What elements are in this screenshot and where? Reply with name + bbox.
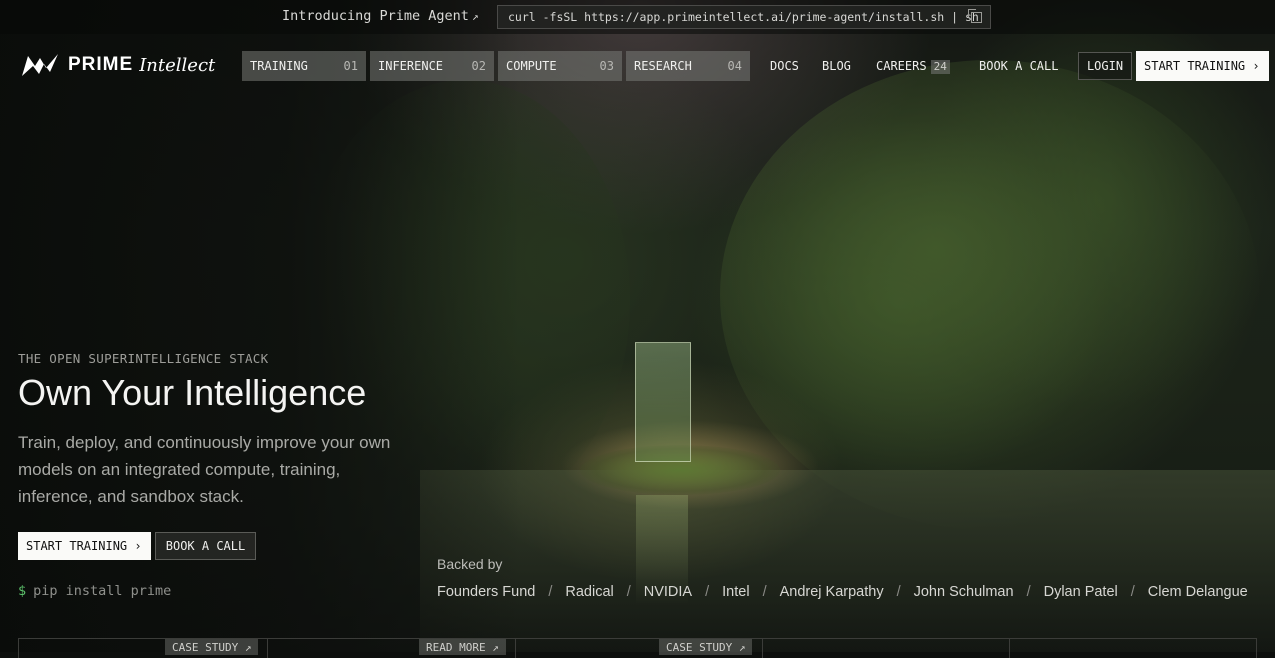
nav-training[interactable]: TRAINING 01 [242, 51, 366, 81]
card-tag-case-study[interactable]: CASE STUDY ↗ [659, 639, 753, 655]
nav-training-num: 01 [343, 59, 358, 73]
backer-name: Founders Fund [437, 584, 536, 600]
nav-docs[interactable]: DOCS [770, 51, 799, 81]
separator: / [1026, 584, 1031, 600]
external-arrow-icon: ↗ [471, 10, 479, 23]
nav-start-training-button[interactable]: START TRAINING › [1136, 51, 1269, 81]
terminal-prompt-icon: $ [18, 583, 27, 599]
card-divider [1009, 638, 1010, 658]
nav-inference-num: 02 [471, 59, 486, 73]
nav-inference-label: INFERENCE [378, 59, 444, 73]
intro-prime-agent-link[interactable]: Introducing Prime Agent ↗ [282, 8, 479, 24]
copy-icon[interactable] [968, 9, 982, 23]
nav-research[interactable]: RESEARCH 04 [626, 51, 750, 81]
nav-blog[interactable]: BLOG [822, 51, 851, 81]
chevron-right-icon: › [1252, 59, 1260, 73]
backer-name: John Schulman [913, 584, 1014, 600]
pip-install-command[interactable]: $ pip install prime [18, 583, 171, 599]
separator: / [705, 584, 710, 600]
backer-name: NVIDIA [643, 584, 693, 600]
separator: / [626, 584, 631, 600]
install-command: curl -fsSL https://app.primeintellect.ai… [508, 10, 979, 24]
card-tag-read-more[interactable]: READ MORE ↗ [419, 639, 506, 655]
card-divider [267, 638, 268, 658]
pip-command-text: pip install prime [33, 583, 172, 599]
login-button[interactable]: LOGIN [1078, 52, 1132, 80]
nav-research-num: 04 [727, 59, 742, 73]
backer-name: Clem Delangue [1147, 584, 1248, 600]
chevron-right-icon: › [134, 539, 142, 553]
brand-name-italic: Intellect [139, 54, 216, 76]
hero-start-training-button[interactable]: START TRAINING › [18, 532, 151, 560]
card-divider [515, 638, 516, 658]
brand-name-bold: PRIME [68, 54, 134, 75]
hero-subtitle: Train, deploy, and continuously improve … [18, 433, 391, 506]
nav-careers[interactable]: CAREERS 24 [876, 51, 950, 81]
prime-logo-icon [22, 54, 58, 76]
brand-logo[interactable]: PRIME Intellect [20, 52, 215, 78]
card-tag-case-study[interactable]: CASE STUDY ↗ [165, 639, 259, 655]
nav-compute[interactable]: COMPUTE 03 [498, 51, 622, 81]
backed-by-label: Backed by [437, 556, 503, 572]
nav-start-training-label: START TRAINING [1144, 59, 1246, 73]
backers-list: Founders Fund / Radical / NVIDIA / Intel / Andre… [437, 584, 1248, 600]
separator: / [548, 584, 553, 600]
nav-research-label: RESEARCH [634, 59, 692, 73]
nav-training-label: TRAINING [250, 59, 308, 73]
nav-careers-label: CAREERS [876, 59, 927, 73]
separator: / [762, 584, 767, 600]
separator: / [896, 584, 901, 600]
hero-book-call-button[interactable]: BOOK A CALL [155, 532, 256, 560]
backer-name: Intel [722, 584, 750, 600]
card-divider [762, 638, 763, 658]
backer-name: Dylan Patel [1043, 584, 1118, 600]
announcement-bar: Introducing Prime Agent ↗ curl -fsSL http… [0, 0, 1275, 34]
careers-count-badge: 24 [930, 60, 950, 74]
hero-eyebrow: THE OPEN SUPERINTELLIGENCE STACK [18, 351, 269, 366]
backer-name: Andrej Karpathy [779, 584, 884, 600]
separator: / [1130, 584, 1135, 600]
install-command-box[interactable]: curl -fsSL https://app.primeintellect.ai… [497, 5, 991, 29]
nav-inference[interactable]: INFERENCE 02 [370, 51, 494, 81]
nav-book-call[interactable]: BOOK A CALL [979, 51, 1058, 81]
backer-name: Radical [565, 584, 614, 600]
hero-start-training-label: START TRAINING [26, 539, 128, 553]
nav-compute-num: 03 [599, 59, 614, 73]
monolith-graphic [635, 342, 691, 462]
hero-headline: Own Your Intelligence [18, 372, 367, 413]
intro-label: Introducing Prime Agent [282, 8, 469, 24]
nav-compute-label: COMPUTE [506, 59, 557, 73]
